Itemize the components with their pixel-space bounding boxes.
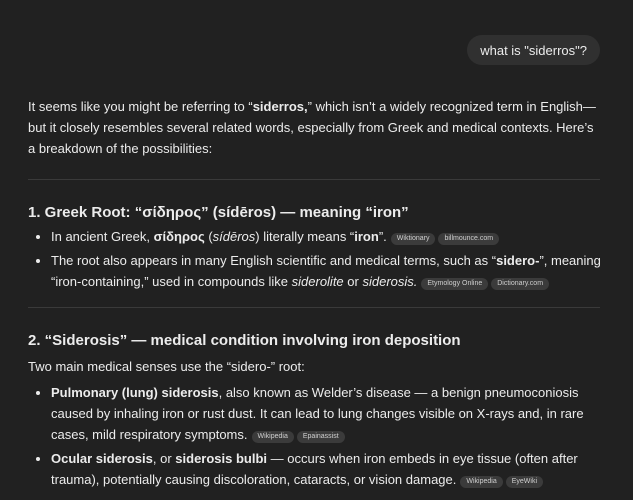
source-chip-wikipedia[interactable]: Wikipedia bbox=[251, 431, 294, 443]
assistant-answer: It seems like you might be referring to … bbox=[28, 96, 603, 159]
term: siderosis bulbi bbox=[175, 451, 268, 466]
list-item: Pulmonary (lung) siderosis, also known a… bbox=[51, 382, 611, 445]
term: siderosis. bbox=[362, 274, 418, 289]
prefix: sidero- bbox=[496, 253, 540, 268]
section2-list: Pulmonary (lung) siderosis, also known a… bbox=[28, 382, 611, 493]
source-chip-billmounce[interactable]: billmounce.com bbox=[438, 233, 500, 245]
section2-title: 2. “Siderosis” — medical condition invol… bbox=[28, 332, 461, 349]
intro-text: It seems like you might be referring to … bbox=[28, 99, 253, 114]
user-message-bubble: what is "siderros"? bbox=[467, 35, 600, 65]
source-chip-dictionary[interactable]: Dictionary.com bbox=[491, 278, 550, 290]
text: ”. bbox=[378, 229, 387, 244]
source-chip-eyewiki[interactable]: EyeWiki bbox=[505, 476, 544, 488]
source-chip-wikipedia[interactable]: Wikipedia bbox=[460, 476, 503, 488]
meaning: iron bbox=[354, 229, 379, 244]
intro-term: siderros, bbox=[252, 99, 308, 114]
list-item: Ocular siderosis, or siderosis bulbi — o… bbox=[51, 448, 611, 490]
term: Ocular siderosis bbox=[51, 451, 153, 466]
section2-lead: Two main medical senses use the “sidero-… bbox=[28, 359, 305, 374]
text: ) literally means “ bbox=[255, 229, 355, 244]
list-item: The root also appears in many English sc… bbox=[51, 250, 611, 292]
text: or bbox=[343, 274, 363, 289]
source-chip-epainassist[interactable]: Epainassist bbox=[296, 431, 345, 443]
text: The root also appears in many English sc… bbox=[51, 253, 497, 268]
list-item: In ancient Greek, σίδηρος (sídēros) lite… bbox=[51, 226, 611, 247]
term: Pulmonary (lung) siderosis bbox=[51, 385, 219, 400]
text: ( bbox=[204, 229, 213, 244]
section-divider bbox=[28, 307, 600, 308]
user-message-text: what is "siderros"? bbox=[480, 42, 587, 58]
transliteration: sídēros bbox=[212, 229, 256, 244]
source-chip-wiktionary[interactable]: Wiktionary bbox=[390, 233, 436, 245]
source-chip-etymology-online[interactable]: Etymology Online bbox=[421, 278, 489, 290]
text: , or bbox=[152, 451, 176, 466]
greek-word: σίδηρος bbox=[153, 229, 205, 244]
term: siderolite bbox=[291, 274, 344, 289]
section1-title: 1. Greek Root: “σίδηρος” (sídēros) — mea… bbox=[28, 204, 409, 221]
section1-list: In ancient Greek, σίδηρος (sídēros) lite… bbox=[28, 226, 611, 295]
intro-paragraph: It seems like you might be referring to … bbox=[28, 96, 603, 159]
text: In ancient Greek, bbox=[51, 229, 154, 244]
section-divider bbox=[28, 179, 600, 180]
